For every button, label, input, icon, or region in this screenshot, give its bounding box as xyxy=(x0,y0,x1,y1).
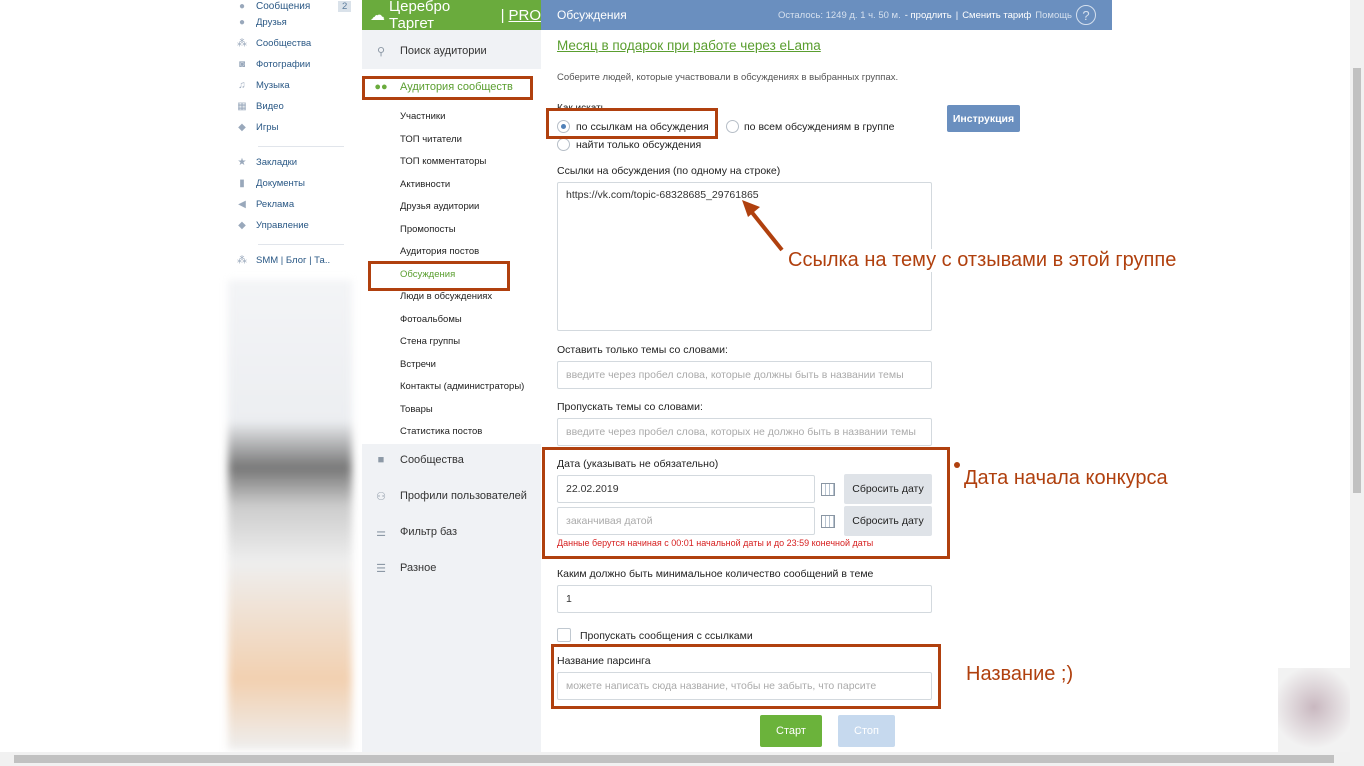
vertical-scrollbar[interactable] xyxy=(1350,0,1364,766)
annotation-date: Дата начала конкурса xyxy=(962,467,1170,490)
annotation-link: Ссылка на тему с отзывами в этой группе xyxy=(786,249,1179,272)
annotation-arrow xyxy=(742,200,960,468)
annotation-name: Название ;) xyxy=(964,663,1076,686)
horizontal-scrollbar[interactable] xyxy=(0,752,1350,766)
